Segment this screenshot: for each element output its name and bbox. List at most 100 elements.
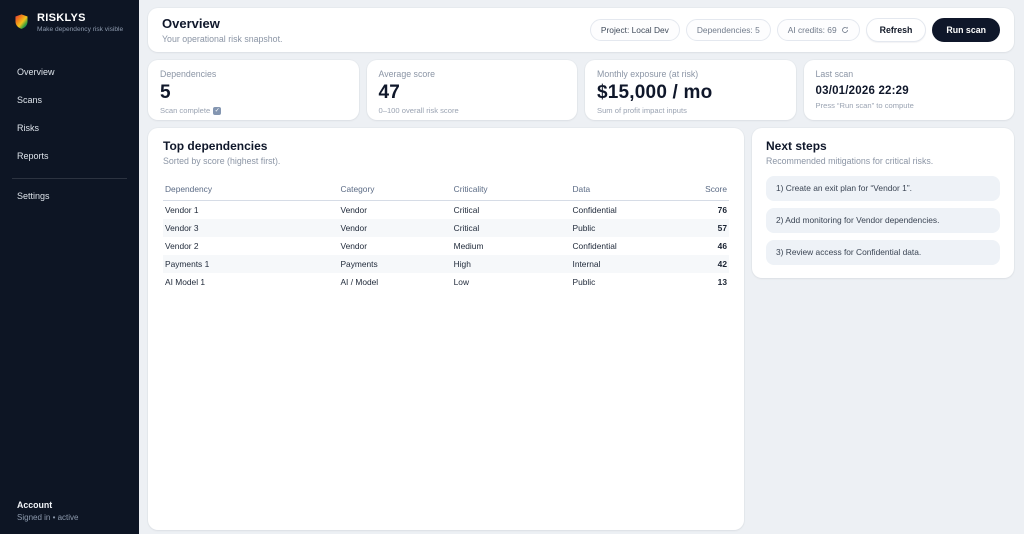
check-icon: ✓ (213, 107, 221, 115)
table-row: Vendor 3VendorCriticalPublic57 (163, 219, 729, 237)
page-subtitle: Your operational risk snapshot. (162, 34, 282, 44)
sidebar-item-reports[interactable]: Reports (0, 142, 139, 170)
top-dependencies-subtitle: Sorted by score (highest first). (163, 156, 729, 166)
column-header-dependency: Dependency (163, 179, 338, 201)
table-cell: Payments 1 (163, 255, 338, 273)
table-cell: High (452, 255, 571, 273)
stat-value: 47 (379, 82, 566, 103)
ai-credits-chip-label: AI credits: 69 (788, 25, 837, 35)
app-root: RISKLYS Make dependency risk visible Ove… (0, 0, 1024, 534)
table-cell: 13 (684, 273, 729, 291)
sidebar: RISKLYS Make dependency risk visible Ove… (0, 0, 139, 534)
dependencies-chip-label: Dependencies: 5 (697, 25, 760, 35)
brand-shield-icon (13, 13, 30, 30)
sidebar-nav-secondary: Settings (0, 182, 139, 210)
table-cell: Critical (452, 219, 571, 237)
next-step-item: 1) Create an exit plan for “Vendor 1”. (766, 176, 1000, 201)
content-row: Top dependencies Sorted by score (highes… (148, 128, 1014, 530)
table-cell: 76 (684, 201, 729, 220)
table-cell: Vendor (338, 237, 451, 255)
stat-sub-text: 0–100 overall risk score (379, 106, 459, 115)
table-row: Payments 1PaymentsHighInternal42 (163, 255, 729, 273)
sidebar-item-risks[interactable]: Risks (0, 114, 139, 142)
table-cell: Confidential (571, 201, 684, 220)
account-title: Account (17, 500, 139, 510)
stat-sub: Scan complete ✓ (160, 106, 347, 115)
stat-label: Dependencies (160, 69, 347, 79)
table-cell: Vendor 2 (163, 237, 338, 255)
account-status: Signed in • active (17, 513, 139, 522)
table-cell: Medium (452, 237, 571, 255)
run-scan-button[interactable]: Run scan (932, 18, 1000, 42)
table-cell: Vendor 3 (163, 219, 338, 237)
page-title: Overview (162, 17, 282, 31)
table-cell: AI / Model (338, 273, 451, 291)
stat-label: Average score (379, 69, 566, 79)
account-section[interactable]: Account Signed in • active (0, 494, 139, 528)
table-cell: Low (452, 273, 571, 291)
project-chip[interactable]: Project: Local Dev (590, 19, 680, 41)
table-cell: Vendor (338, 219, 451, 237)
refresh-button[interactable]: Refresh (866, 18, 927, 42)
table-cell: 42 (684, 255, 729, 273)
table-head: DependencyCategoryCriticalityDataScore (163, 179, 729, 201)
table-cell: Vendor (338, 201, 451, 220)
next-steps-card: Next steps Recommended mitigations for c… (752, 128, 1014, 278)
sidebar-divider (12, 178, 127, 179)
stat-label: Monthly exposure (at risk) (597, 69, 784, 79)
stat-sub: Sum of profit impact inputs (597, 106, 784, 115)
table-cell: 46 (684, 237, 729, 255)
stat-sub: Press “Run scan” to compute (816, 101, 1003, 110)
table-cell: Confidential (571, 237, 684, 255)
stat-value: 5 (160, 82, 347, 103)
stat-card-last-scan: Last scan 03/01/2026 22:29 Press “Run sc… (804, 60, 1015, 120)
column-header-score: Score (684, 179, 729, 201)
table-cell: AI Model 1 (163, 273, 338, 291)
stat-label: Last scan (816, 69, 1003, 79)
sidebar-item-scans[interactable]: Scans (0, 86, 139, 114)
table-cell: Internal (571, 255, 684, 273)
brand: RISKLYS Make dependency risk visible (0, 12, 139, 34)
table-cell: Payments (338, 255, 451, 273)
sidebar-item-overview[interactable]: Overview (0, 58, 139, 86)
table-row: AI Model 1AI / ModelLowPublic13 (163, 273, 729, 291)
header-actions: Project: Local Dev Dependencies: 5 AI cred… (590, 18, 1000, 42)
sidebar-nav: OverviewScansRisksReports (0, 58, 139, 170)
table-row: Vendor 2VendorMediumConfidential46 (163, 237, 729, 255)
top-dependencies-card: Top dependencies Sorted by score (highes… (148, 128, 744, 530)
column-header-data: Data (571, 179, 684, 201)
next-steps-title: Next steps (766, 140, 1000, 153)
project-chip-label: Project: Local Dev (601, 25, 669, 35)
refresh-cycle-icon (841, 26, 849, 34)
sidebar-item-settings[interactable]: Settings (0, 182, 139, 210)
column-header-category: Category (338, 179, 451, 201)
header-chips: Project: Local Dev Dependencies: 5 AI cred… (590, 19, 860, 41)
table-cell: Public (571, 273, 684, 291)
stat-sub-text: Sum of profit impact inputs (597, 106, 687, 115)
next-steps-list: 1) Create an exit plan for “Vendor 1”. 2)… (766, 176, 1000, 265)
dependencies-chip[interactable]: Dependencies: 5 (686, 19, 771, 41)
next-step-item: 2) Add monitoring for Vendor dependencie… (766, 208, 1000, 233)
top-dependencies-title: Top dependencies (163, 140, 729, 153)
table-cell: Vendor 1 (163, 201, 338, 220)
stat-sub-text: Press “Run scan” to compute (816, 101, 914, 110)
main-content: Overview Your operational risk snapshot.… (139, 0, 1024, 534)
table-cell: Critical (452, 201, 571, 220)
stat-value: 03/01/2026 22:29 (816, 84, 1003, 98)
page-header-titles: Overview Your operational risk snapshot. (162, 17, 282, 44)
table-body: Vendor 1VendorCriticalConfidential76Vend… (163, 201, 729, 292)
stat-card-dependencies: Dependencies 5 Scan complete ✓ (148, 60, 359, 120)
brand-name: RISKLYS (37, 12, 123, 24)
brand-tagline: Make dependency risk visible (37, 26, 123, 34)
stat-value: $15,000 / mo (597, 82, 784, 103)
table-row: Vendor 1VendorCriticalConfidential76 (163, 201, 729, 220)
page-header: Overview Your operational risk snapshot.… (148, 8, 1014, 52)
next-step-item: 3) Review access for Confidential data. (766, 240, 1000, 265)
table-cell: Public (571, 219, 684, 237)
stat-sub: 0–100 overall risk score (379, 106, 566, 115)
column-header-criticality: Criticality (452, 179, 571, 201)
stat-sub-text: Scan complete (160, 106, 210, 115)
stat-card-average-score: Average score 47 0–100 overall risk scor… (367, 60, 578, 120)
table-cell: 57 (684, 219, 729, 237)
ai-credits-chip[interactable]: AI credits: 69 (777, 19, 860, 41)
